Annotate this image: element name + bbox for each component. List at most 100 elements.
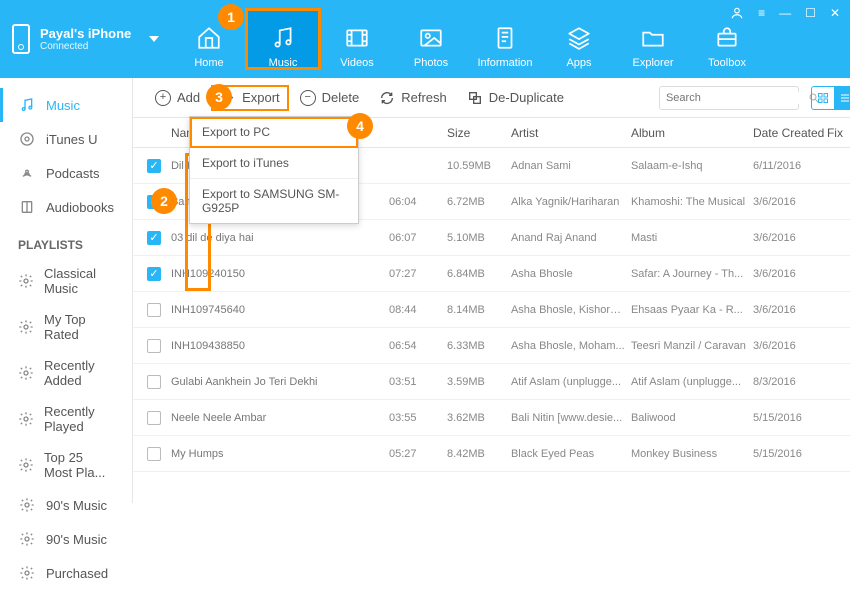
cell-size: 3.59MB [447,376,511,388]
sidebar-item-audiobooks[interactable]: Audiobooks [0,190,132,224]
playlist-item[interactable]: My Top Rated [0,304,132,350]
sidebar-item-music[interactable]: Music [0,88,132,122]
gear-icon [18,410,34,428]
cell-size: 6.84MB [447,268,511,280]
deduplicate-button[interactable]: De-Duplicate [459,86,572,110]
top-bar: ≡ — ☐ ✕ Payal's iPhone Connected Home Mu… [0,0,850,78]
sidebar-item-podcasts[interactable]: Podcasts [0,156,132,190]
table-row[interactable]: Gulabi Aankhein Jo Teri Dekhi03:513.59MB… [133,364,850,400]
playlist-item[interactable]: Recently Played [0,396,132,442]
annotation-badge-3: 3 [206,84,232,110]
phone-icon [12,24,30,54]
playlist-item[interactable]: Classical Music [0,258,132,304]
nav-videos[interactable]: Videos [320,9,394,69]
cell-name: My Humps [171,448,389,460]
playlist-label: Classical Music [44,266,114,296]
cell-time: 08:44 [389,304,447,316]
add-button[interactable]: + Add [147,86,208,110]
btn-label: Delete [322,90,360,105]
col-artist[interactable]: Artist [511,126,631,140]
cell-name: INH109745640 [171,304,389,316]
table-row[interactable]: ✓INH10924015007:276.84MBAsha BhosleSafar… [133,256,850,292]
playlist-label: 90's Music [46,498,107,513]
export-to-samsung[interactable]: Export to SAMSUNG SM-G925P [190,179,358,223]
delete-button[interactable]: − Delete [292,86,368,110]
playlist-label: Recently Added [44,358,114,388]
cell-size: 8.14MB [447,304,511,316]
search-box[interactable] [659,86,799,110]
cell-album: Masti [631,232,753,244]
table-row[interactable]: INH10943885006:546.33MBAsha Bhosle, Moha… [133,328,850,364]
cell-name: Gulabi Aankhein Jo Teri Dekhi [171,376,389,388]
content-area: + Add Export − Delete Refresh De-Duplica… [133,78,850,503]
nav-photos[interactable]: Photos [394,9,468,69]
close-icon[interactable]: ✕ [830,6,840,20]
cell-album: Safar: A Journey - Th... [631,268,753,280]
playlist-item[interactable]: Recently Added [0,350,132,396]
cell-date: 3/6/2016 [753,232,827,244]
cell-artist: Anand Raj Anand [511,232,631,244]
row-checkbox[interactable] [147,447,161,461]
table-row[interactable]: Neele Neele Ambar03:553.62MBBali Nitin [… [133,400,850,436]
cell-time: 06:04 [389,196,447,208]
cell-time: 06:07 [389,232,447,244]
table-row[interactable]: ✓03 dil de diya hai06:075.10MBAnand Raj … [133,220,850,256]
export-to-pc[interactable]: Export to PC [190,117,358,148]
row-checkbox[interactable]: ✓ [147,267,161,281]
device-selector[interactable]: Payal's iPhone Connected [0,0,172,78]
nav-label: Home [194,57,223,69]
cell-artist: Atif Aslam (unplugge... [511,376,631,388]
gear-icon [18,456,34,474]
playlist-item[interactable]: Top 25 Most Pla... [0,442,132,488]
playlist-label: Recently Played [44,404,114,434]
minimize-icon[interactable]: — [779,6,791,20]
row-checkbox[interactable]: ✓ [147,159,161,173]
cell-album: Atif Aslam (unplugge... [631,376,753,388]
col-size[interactable]: Size [447,126,511,140]
row-checkbox[interactable] [147,411,161,425]
nav-apps[interactable]: Apps [542,9,616,69]
playlist-item[interactable]: Purchased [0,556,132,590]
nav-label: Music [269,57,298,69]
minus-icon: − [300,90,316,106]
nav-label: Videos [340,57,373,69]
view-toggle [811,86,850,110]
col-fix[interactable]: Fix [827,126,850,140]
gear-icon [18,272,34,290]
cell-time: 03:55 [389,412,447,424]
grid-view-button[interactable] [812,87,834,109]
playlist-item[interactable]: 90's Music [0,488,132,522]
table-row[interactable]: INH10974564008:448.14MBAsha Bhosle, Kish… [133,292,850,328]
col-album[interactable]: Album [631,126,753,140]
refresh-button[interactable]: Refresh [371,86,455,110]
row-checkbox[interactable] [147,303,161,317]
nav-toolbox[interactable]: Toolbox [690,9,764,69]
device-status: Connected [40,41,131,52]
export-to-itunes[interactable]: Export to iTunes [190,148,358,179]
sidebar-item-itunesu[interactable]: iTunes U [0,122,132,156]
row-checkbox[interactable]: ✓ [147,231,161,245]
cell-album: Khamoshi: The Musical [631,196,753,208]
list-view-button[interactable] [834,87,850,109]
search-input[interactable] [666,92,808,104]
annotation-badge-1: 1 [218,4,244,30]
btn-label: Add [177,90,200,105]
row-checkbox[interactable] [147,339,161,353]
col-date[interactable]: Date Created [753,126,827,140]
cell-date: 3/6/2016 [753,196,827,208]
gear-icon [18,564,36,582]
playlist-item[interactable]: 90's Music [0,522,132,556]
maximize-icon[interactable]: ☐ [805,6,816,20]
playlist-label: Top 25 Most Pla... [44,450,114,480]
nav-information[interactable]: Information [468,9,542,69]
row-checkbox[interactable] [147,375,161,389]
nav-music[interactable]: Music [246,9,320,69]
playlists-section-header: PLAYLISTS [0,224,132,258]
cell-date: 8/3/2016 [753,376,827,388]
playlist-label: 90's Music [46,532,107,547]
nav-explorer[interactable]: Explorer [616,9,690,69]
table-row[interactable]: My Humps05:278.42MBBlack Eyed PeasMonkey… [133,436,850,472]
cell-name: 03 dil de diya hai [171,232,389,244]
btn-label: Refresh [401,90,447,105]
refresh-icon [379,90,395,106]
